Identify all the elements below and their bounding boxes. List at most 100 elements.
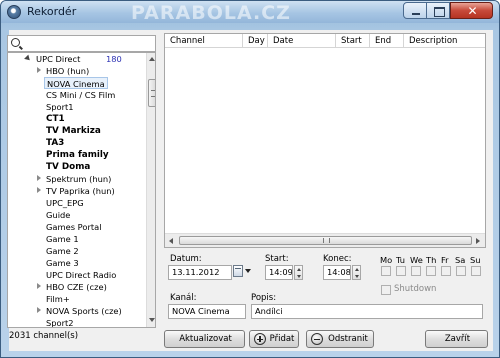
chevron-down-icon[interactable] — [245, 269, 251, 273]
expand-arrow-icon[interactable] — [37, 187, 41, 193]
start-label: Start: — [265, 254, 289, 264]
close-window-button[interactable]: ✕ — [450, 2, 493, 19]
close-button-label: Zavřít — [444, 334, 471, 344]
date-label: Datum: — [170, 254, 202, 264]
scroll-down-icon[interactable] — [149, 318, 155, 322]
tree-channel-item[interactable]: TV Doma — [8, 161, 146, 173]
tree-root-count: 180 — [106, 54, 122, 64]
tree-channel-item[interactable]: HBO CZE (cze) — [8, 281, 146, 293]
day-label-sa: Sa — [455, 255, 466, 265]
column-description[interactable]: Description — [404, 34, 485, 48]
expand-arrow-icon[interactable] — [37, 175, 41, 181]
tree-channel-item[interactable]: Spektrum (hun) — [8, 173, 146, 185]
search-input[interactable] — [24, 37, 152, 50]
tree-channel-label: Game 3 — [46, 258, 79, 268]
description-label: Popis: — [251, 293, 277, 303]
column-start[interactable]: Start — [336, 34, 370, 48]
tree-channel-item[interactable]: Prima family — [8, 149, 146, 161]
tree-channel-item[interactable]: Game 2 — [8, 245, 146, 257]
day-label-th: Th — [426, 255, 437, 265]
day-label-fr: Fr — [441, 255, 449, 265]
tree-scrollbar[interactable] — [146, 53, 155, 327]
tree-channel-label: HBO (hun) — [46, 66, 90, 76]
search-icon — [11, 38, 20, 47]
tree-channel-item[interactable]: CT1 — [8, 113, 146, 125]
tree-channel-label: HBO CZE (cze) — [46, 282, 107, 292]
tree-channel-label: Spektrum (hun) — [46, 174, 112, 184]
column-day[interactable]: Day — [243, 34, 268, 48]
search-box[interactable] — [7, 35, 156, 52]
window-title: Rekordér — [27, 5, 77, 18]
day-label-mo: Mo — [380, 255, 393, 265]
tree-channel-item[interactable]: Sport2 — [8, 317, 146, 328]
tree-channel-item[interactable]: NOVA Cinema — [8, 77, 146, 89]
expand-arrow-icon[interactable] — [37, 307, 41, 313]
scroll-left-icon[interactable] — [169, 238, 173, 244]
tree-channel-item[interactable]: TV Paprika (hun) — [8, 185, 146, 197]
table-hscroll-thumb[interactable] — [179, 236, 472, 245]
date-field[interactable]: 13.11.2012 — [168, 265, 232, 280]
expanded-arrow-icon[interactable] — [24, 54, 32, 63]
column-channel[interactable]: Channel — [165, 34, 243, 48]
tree-channel-label: Sport2 — [46, 318, 74, 328]
add-button[interactable]: Přidat — [249, 330, 299, 348]
shutdown-checkbox[interactable] — [381, 285, 391, 295]
table-header: Channel Day Date Start End Description — [165, 34, 485, 48]
tree-channel-item[interactable]: Guide — [8, 209, 146, 221]
tree-channel-label: NOVA Cinema — [44, 77, 108, 89]
channel-label: Kanál: — [170, 293, 197, 303]
description-field[interactable]: Andílci — [251, 304, 483, 319]
start-time-field[interactable]: 14:09 — [265, 265, 293, 280]
title-bar[interactable]: Rekordér PARABOLA.CZ ✕ — [1, 1, 499, 24]
scroll-up-icon[interactable] — [149, 57, 155, 61]
day-checkbox-tu[interactable] — [396, 266, 406, 276]
tree-channel-item[interactable]: TV Markiza — [8, 125, 146, 137]
day-checkbox-th[interactable] — [426, 266, 436, 276]
channel-tree[interactable]: UPC Direct 180 HBO (hun) NOVA Cinema CS Mi… — [7, 52, 156, 328]
end-time-field[interactable]: 14:08 — [323, 265, 351, 280]
remove-button[interactable]: Odstranit — [306, 330, 374, 348]
recordings-table[interactable]: Channel Day Date Start End Description — [164, 33, 486, 248]
tree-root-upc-direct[interactable]: UPC Direct 180 — [8, 53, 146, 65]
tree-channel-item[interactable]: Games Portal — [8, 221, 146, 233]
close-icon: ✕ — [467, 4, 478, 18]
tree-channel-item[interactable]: TA3 — [8, 137, 146, 149]
tree-channel-label: UPC Direct Radio — [46, 270, 117, 280]
day-checkbox-sa[interactable] — [456, 266, 466, 276]
column-end[interactable]: End — [370, 34, 404, 48]
tree-channel-item[interactable]: UPC Direct Radio — [8, 269, 146, 281]
close-button[interactable]: Zavřít — [425, 330, 488, 348]
day-checkbox-mo[interactable] — [381, 266, 391, 276]
calendar-icon[interactable] — [233, 265, 243, 277]
tree-channel-item[interactable]: CS Mini / CS Film — [8, 89, 146, 101]
refresh-button[interactable]: Aktualizovat — [164, 330, 245, 348]
channel-field[interactable]: NOVA Cinema — [168, 304, 246, 319]
expand-arrow-icon[interactable] — [37, 67, 41, 73]
shutdown-label: Shutdown — [394, 284, 437, 294]
tree-channel-label: Prima family — [46, 150, 109, 160]
tree-channel-item[interactable]: NOVA Sports (cze) — [8, 305, 146, 317]
tree-channel-item[interactable]: Game 1 — [8, 233, 146, 245]
tree-channel-item[interactable]: Sport1 — [8, 101, 146, 113]
day-checkbox-fr[interactable] — [441, 266, 451, 276]
day-label-su: Su — [470, 255, 481, 265]
remove-button-label: Odstranit — [328, 334, 368, 344]
expand-arrow-icon[interactable] — [37, 283, 41, 289]
maximize-button[interactable] — [426, 2, 450, 19]
column-date[interactable]: Date — [268, 34, 336, 48]
day-checkbox-su[interactable] — [471, 266, 481, 276]
add-button-label: Přidat — [269, 334, 295, 344]
day-checkbox-we[interactable] — [411, 266, 421, 276]
tree-channel-label: TV Markiza — [46, 126, 101, 136]
end-time-spinner[interactable] — [352, 265, 361, 280]
tree-channel-item[interactable]: HBO (hun) — [8, 65, 146, 77]
scroll-right-icon[interactable] — [476, 238, 480, 244]
table-hscrollbar[interactable] — [165, 233, 485, 247]
tree-channel-item[interactable]: Film+ — [8, 293, 146, 305]
tree-channel-item[interactable]: Game 3 — [8, 257, 146, 269]
tree-scroll-thumb[interactable] — [148, 79, 155, 107]
start-time-spinner[interactable] — [294, 265, 303, 280]
tree-channel-item[interactable]: UPC_EPG — [8, 197, 146, 209]
minimize-button[interactable] — [403, 2, 427, 19]
tree-channel-label: Game 1 — [46, 234, 79, 244]
